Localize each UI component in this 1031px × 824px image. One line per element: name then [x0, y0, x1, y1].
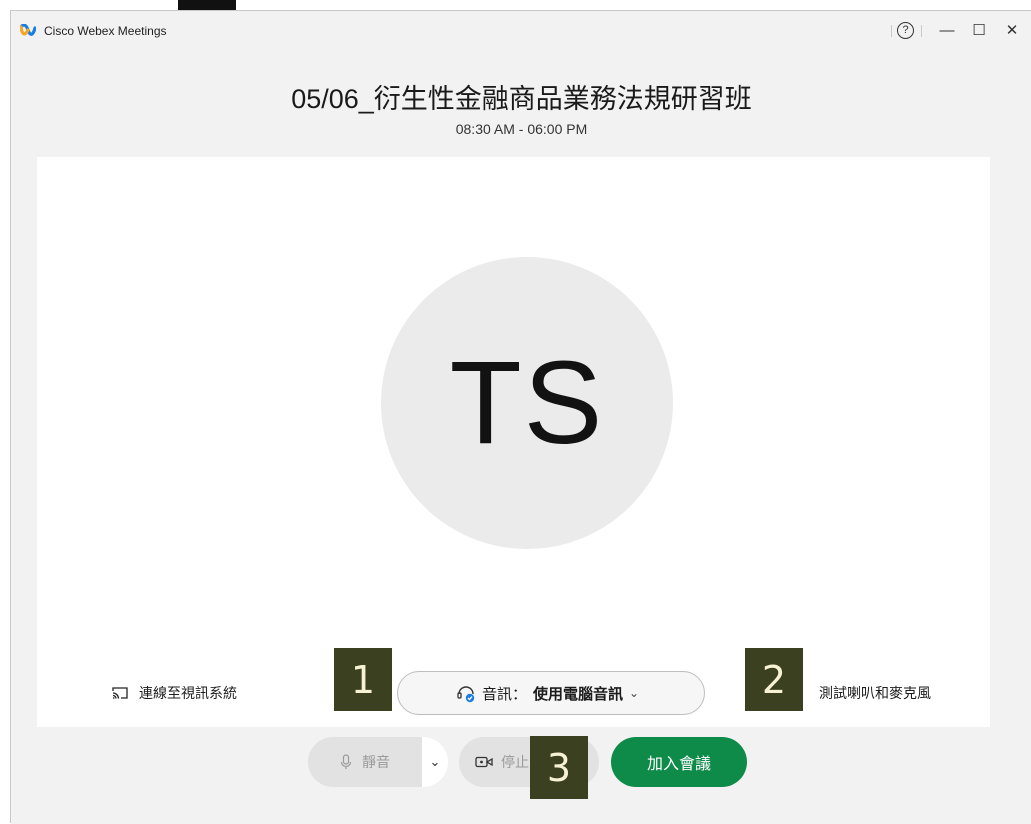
app-name: Cisco Webex Meetings [44, 24, 167, 38]
maximize-button[interactable]: ☐ [967, 20, 991, 42]
microphone-icon [340, 754, 352, 769]
cast-icon [112, 687, 128, 699]
connect-video-system-label: 連線至視訊系統 [139, 685, 237, 701]
annotation-marker-3: 3 [530, 736, 588, 799]
audio-value: 使用電腦音訊 [533, 685, 624, 703]
chevron-down-icon: ⌄ [629, 686, 640, 700]
meeting-title: 05/06_衍生性金融商品業務法規研習班 [291, 84, 752, 114]
audio-dropdown[interactable]: 音訊： 使用電腦音訊 ⌄ [397, 671, 705, 715]
webex-logo-icon [20, 24, 36, 36]
help-icon[interactable]: ? [897, 22, 914, 39]
mute-group: 靜音 ⌄ [308, 737, 448, 787]
test-speaker-mic-link[interactable]: 測試喇叭和麥克風 [819, 683, 931, 703]
video-preview-panel: TS 連線至視訊系統 音訊： 使用電腦音訊 ⌄ 測試喇叭和麥克風 [37, 157, 990, 727]
connect-video-system-link[interactable]: 連線至視訊系統 [111, 683, 237, 703]
avatar-initials: TS [449, 337, 605, 469]
mute-button[interactable]: 靜音 [308, 737, 422, 787]
mute-label: 靜音 [362, 754, 390, 770]
close-button[interactable]: ✕ [1000, 20, 1024, 42]
audio-label: 音訊： [482, 685, 528, 703]
join-meeting-button[interactable]: 加入會議 [611, 737, 747, 787]
headset-icon [457, 686, 475, 703]
annotation-marker-2: 2 [745, 648, 803, 711]
titlebar-separator [921, 25, 922, 37]
titlebar-separator [891, 25, 892, 37]
stop-video-label: 停止 [501, 754, 529, 770]
annotation-marker-1: 1 [334, 648, 392, 711]
mute-options-chevron[interactable]: ⌄ [422, 737, 448, 787]
avatar: TS [381, 257, 673, 549]
crop-ink [178, 0, 236, 10]
minimize-button[interactable]: — [935, 20, 959, 42]
title-bar: Cisco Webex Meetings ? — ☐ ✕ [11, 11, 1031, 51]
camera-icon [475, 756, 493, 768]
meeting-time: 08:30 AM - 06:00 PM [455, 121, 588, 137]
webex-window: Cisco Webex Meetings ? — ☐ ✕ 05/06_衍生性金融… [10, 10, 1031, 824]
